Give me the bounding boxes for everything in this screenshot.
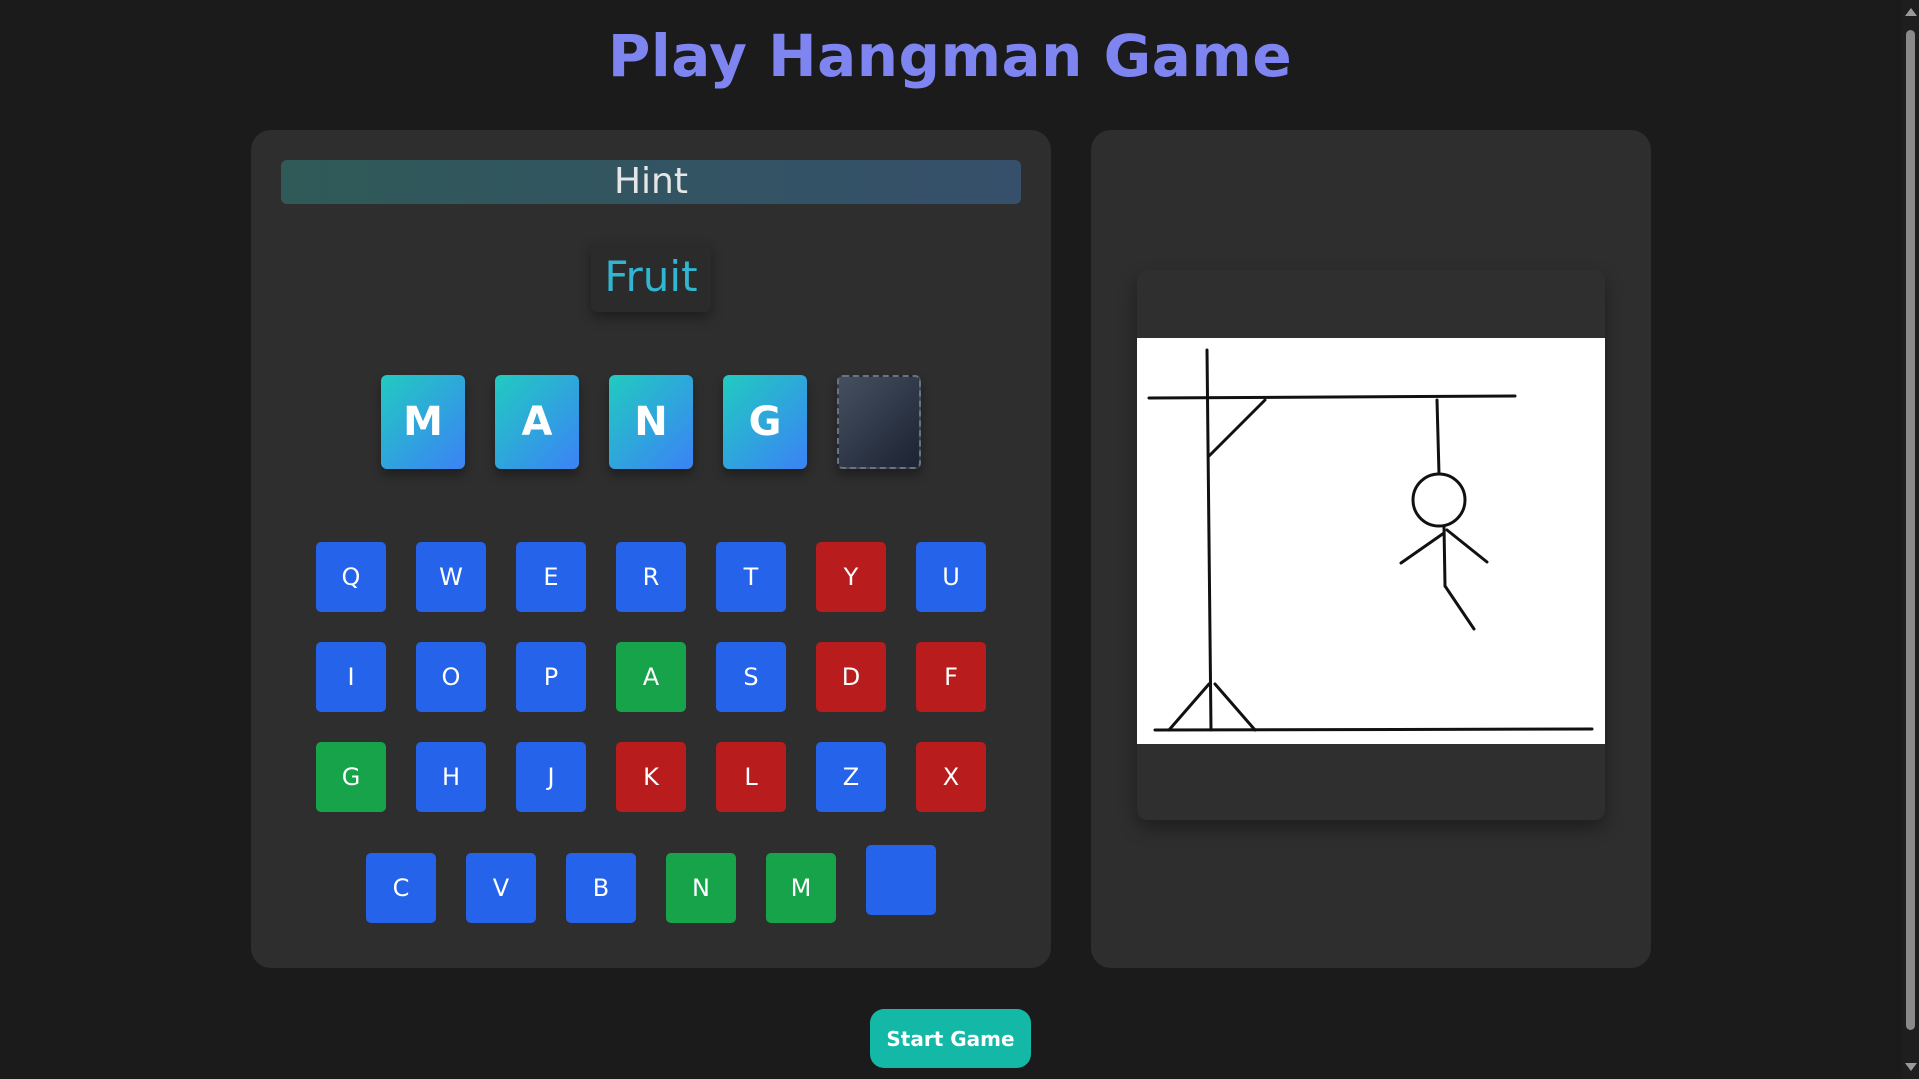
word-display: M A N G <box>381 375 921 469</box>
key-v[interactable]: V <box>466 853 536 923</box>
key-c[interactable]: C <box>366 853 436 923</box>
key-k[interactable]: K <box>616 742 686 812</box>
key-h[interactable]: H <box>416 742 486 812</box>
hangman-panel <box>1091 130 1651 968</box>
key-t[interactable]: T <box>716 542 786 612</box>
hangman-head <box>1411 472 1467 528</box>
hangman-right-arm <box>1445 528 1489 564</box>
scroll-up-icon[interactable] <box>1905 8 1917 16</box>
scrollbar-thumb[interactable] <box>1906 30 1915 1030</box>
key-u[interactable]: U <box>916 542 986 612</box>
hint-value: Fruit <box>591 242 711 312</box>
hangman-left-arm <box>1399 531 1446 565</box>
hangman-rope <box>1435 398 1441 476</box>
key-q[interactable]: Q <box>316 542 386 612</box>
hangman-right-leg <box>1443 584 1476 631</box>
hangman-body <box>1442 524 1447 588</box>
key-y[interactable]: Y <box>816 542 886 612</box>
key-r[interactable]: R <box>616 542 686 612</box>
gallows-beam <box>1147 394 1517 400</box>
key-w[interactable]: W <box>416 542 486 612</box>
page: Play Hangman Game Hint Fruit M A N G QWE… <box>0 0 1919 1079</box>
hint-label: Hint <box>281 160 1021 204</box>
start-game-button[interactable]: Start Game <box>870 1009 1031 1068</box>
key-i[interactable]: I <box>316 642 386 712</box>
gallows-foot-right <box>1213 682 1257 732</box>
key-f[interactable]: F <box>916 642 986 712</box>
scroll-down-icon[interactable] <box>1905 1063 1917 1071</box>
word-letter-tile: M <box>381 375 465 469</box>
key-b[interactable]: B <box>566 853 636 923</box>
gallows-base <box>1153 727 1594 732</box>
gallows-svg <box>1147 348 1594 732</box>
hangman-card <box>1137 270 1605 820</box>
key-o[interactable]: O <box>416 642 486 712</box>
key-g[interactable]: G <box>316 742 386 812</box>
word-letter-tile: N <box>609 375 693 469</box>
key-d[interactable]: D <box>816 642 886 712</box>
page-title: Play Hangman Game <box>607 22 1293 90</box>
word-letter-tile: A <box>495 375 579 469</box>
key-j[interactable]: J <box>516 742 586 812</box>
gallows-brace <box>1207 398 1267 458</box>
gallows-foot-left <box>1167 682 1211 732</box>
game-panel: Hint Fruit M A N G QWERTYUIOPASDFGHJKLZX… <box>251 130 1051 968</box>
word-letter-tile: G <box>723 375 807 469</box>
word-letter-tile-empty <box>837 375 921 469</box>
key-z[interactable]: Z <box>816 742 886 812</box>
scrollbar[interactable] <box>1902 0 1919 1079</box>
key-l[interactable]: L <box>716 742 786 812</box>
key-n[interactable]: N <box>666 853 736 923</box>
key-s[interactable]: S <box>716 642 786 712</box>
gallows-pole <box>1205 348 1213 732</box>
key-m[interactable]: M <box>766 853 836 923</box>
key-e[interactable]: E <box>516 542 586 612</box>
hangman-drawing <box>1137 338 1605 744</box>
key-blank[interactable] <box>866 845 936 915</box>
key-p[interactable]: P <box>516 642 586 712</box>
key-a[interactable]: A <box>616 642 686 712</box>
key-x[interactable]: X <box>916 742 986 812</box>
